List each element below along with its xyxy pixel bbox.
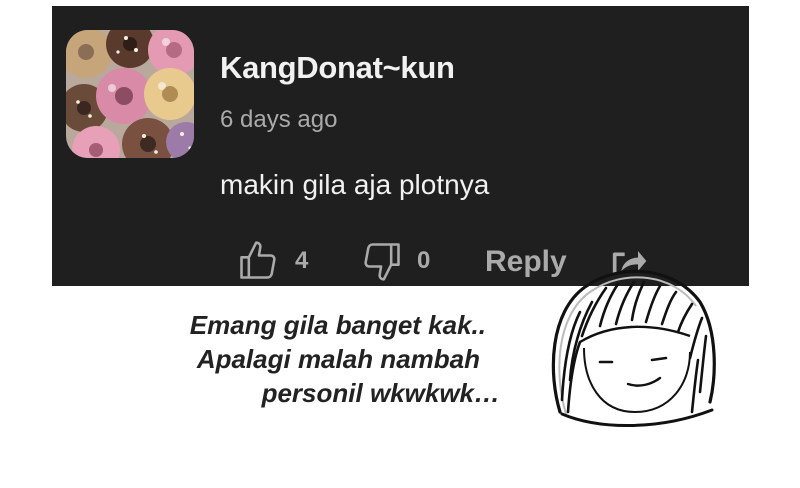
avatar[interactable] <box>66 30 194 158</box>
comment-card: KangDonat~kun 6 days ago makin gila aja … <box>52 6 749 286</box>
caption-line-1: Emang gila banget kak.. <box>189 310 486 340</box>
like-button[interactable] <box>236 239 280 286</box>
donut-avatar-image <box>66 30 194 158</box>
comment-timestamp[interactable]: 6 days ago <box>220 106 337 134</box>
dislike-button[interactable] <box>360 239 404 286</box>
comment-username[interactable]: KangDonat~kun <box>220 50 455 86</box>
dislike-count: 0 <box>417 247 431 274</box>
comment-body: makin gila aja plotnya <box>220 169 490 200</box>
meme-caption: Emang gila banget kak.. Apalagi malah na… <box>80 308 500 410</box>
like-count: 4 <box>295 247 309 274</box>
caption-line-2: Apalagi malah nambah <box>196 344 480 374</box>
thumb-down-icon <box>364 243 400 281</box>
caption-line-3: personil wkwkwk… <box>261 378 500 408</box>
thumb-up-icon <box>240 241 276 279</box>
girl-face-doodle <box>551 269 716 428</box>
